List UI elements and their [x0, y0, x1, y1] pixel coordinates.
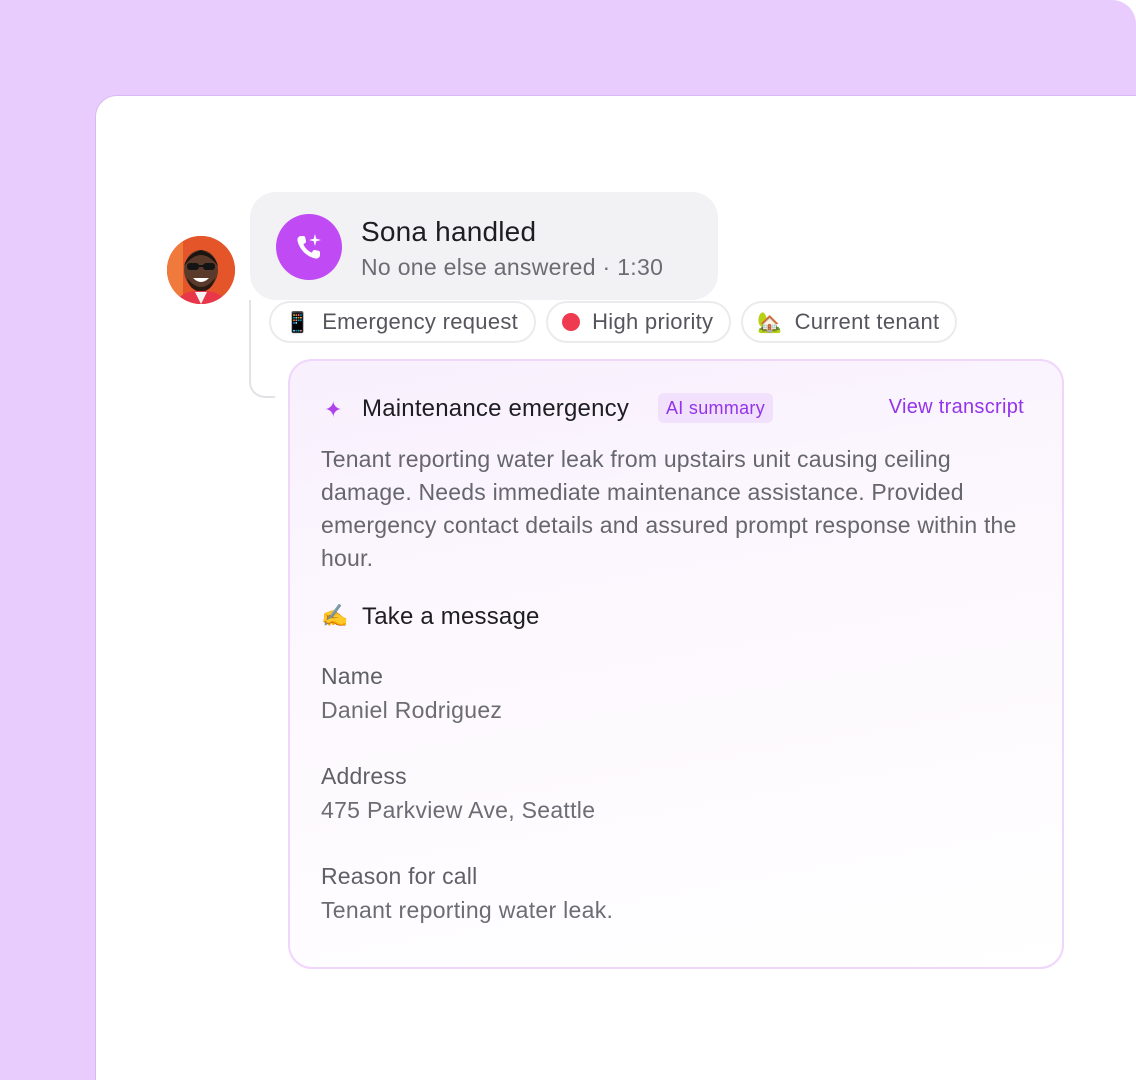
- summary-text: Tenant reporting water leak from upstair…: [321, 446, 1017, 571]
- caller-avatar[interactable]: [167, 236, 235, 304]
- phone-sparkle-icon: [276, 214, 342, 280]
- tag-list: 📱 Emergency request High priority 🏡 Curr…: [269, 301, 958, 343]
- tag-current-tenant[interactable]: 🏡 Current tenant: [741, 301, 958, 343]
- field-value-reason: Tenant reporting water leak.: [321, 897, 614, 923]
- app-frame: Sona handled No one else answered · 1:30…: [0, 0, 1136, 1080]
- call-title: Sona handled: [361, 216, 537, 247]
- field-label-address: Address: [321, 763, 407, 789]
- tag-emergency-request[interactable]: 📱 Emergency request: [269, 301, 537, 343]
- field-label-reason: Reason for call: [321, 863, 478, 889]
- writing-hand-icon: ✍️: [321, 603, 349, 628]
- call-subtitle: No one else answered · 1:30: [361, 254, 664, 280]
- red-dot-icon: [562, 313, 581, 331]
- summary-title: Maintenance emergency: [362, 395, 630, 422]
- mobile-phone-icon: 📱: [285, 311, 311, 334]
- take-message-title: Take a message: [362, 603, 540, 630]
- call-status-bubble[interactable]: Sona handled No one else answered · 1:30: [250, 192, 718, 300]
- field-value-name: Daniel Rodriguez: [321, 697, 503, 723]
- tag-label: High priority: [592, 309, 714, 334]
- summary-card: ✦ Maintenance emergency AI summary View …: [288, 359, 1064, 969]
- field-value-address: 475 Parkview Ave, Seattle: [321, 797, 596, 823]
- sparkle-icon: ✦: [324, 397, 343, 422]
- house-icon: 🏡: [757, 311, 783, 334]
- view-transcript-link[interactable]: View transcript: [889, 396, 1024, 419]
- field-label-name: Name: [321, 663, 384, 689]
- ai-summary-badge: AI summary: [658, 393, 774, 423]
- tag-high-priority[interactable]: High priority: [546, 301, 732, 343]
- tag-label: Current tenant: [794, 309, 940, 334]
- tag-label: Emergency request: [322, 309, 519, 334]
